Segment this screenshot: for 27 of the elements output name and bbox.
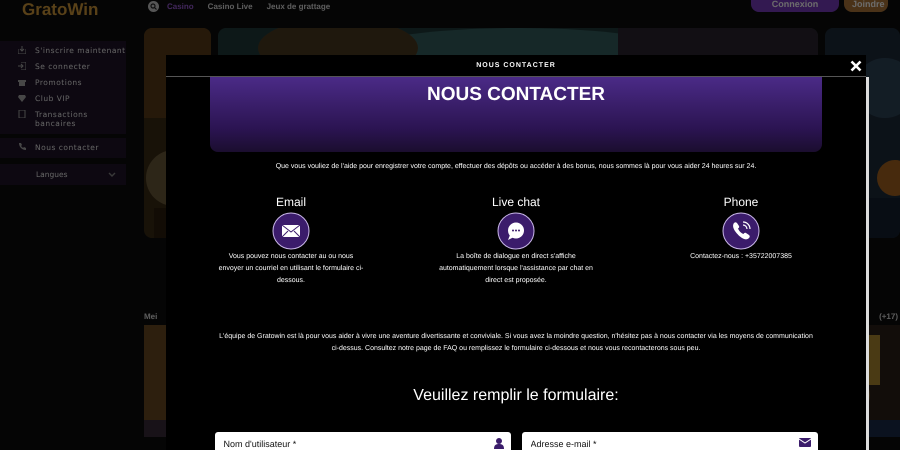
gift-icon xyxy=(18,78,26,86)
channel-title: Live chat xyxy=(492,195,540,209)
close-button[interactable] xyxy=(849,59,863,73)
phone-icon xyxy=(18,143,26,151)
banner-title: NOUS CONTACTER xyxy=(426,84,606,106)
form-title: Veuillez remplir le formulaire: xyxy=(413,387,619,405)
envelope-icon xyxy=(798,438,810,447)
download-icon xyxy=(18,46,26,54)
envelope-icon[interactable] xyxy=(272,212,310,250)
section-title: Mei xyxy=(144,312,158,321)
email-field[interactable]: Adresse e-mail * xyxy=(522,432,818,450)
logo[interactable]: GratoWin xyxy=(22,1,148,18)
close-icon xyxy=(850,60,862,72)
chat-bubble-icon[interactable] xyxy=(497,212,535,250)
nav-tab[interactable]: Jeux de grattage xyxy=(266,2,330,11)
login-icon xyxy=(18,62,26,70)
person-icon xyxy=(494,438,504,449)
join-button[interactable]: Joindre xyxy=(844,0,888,12)
channel-title: Phone xyxy=(724,195,758,209)
search-icon[interactable] xyxy=(148,1,159,12)
phone-icon[interactable] xyxy=(722,212,760,250)
username-field[interactable]: Nom d'utilisateur * xyxy=(214,432,510,450)
nav-tab[interactable]: Casino Live xyxy=(208,2,253,11)
game-count[interactable]: (+17) xyxy=(879,312,898,321)
login-button[interactable]: Connexion xyxy=(751,0,839,12)
channel-title: Email xyxy=(276,195,306,209)
diamond-icon xyxy=(18,94,26,102)
